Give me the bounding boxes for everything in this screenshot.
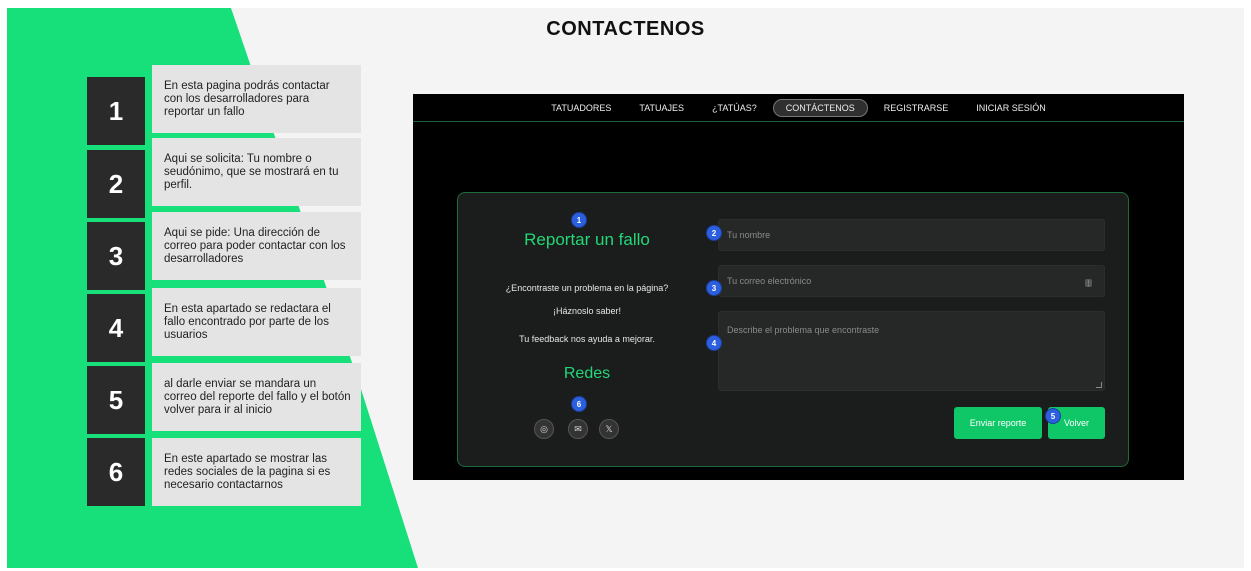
badge-5: 5: [1046, 409, 1060, 423]
nav-tatuadores[interactable]: TATUADORES: [539, 100, 623, 116]
step-accent-bar: [152, 133, 270, 137]
step-accent-bar: [152, 281, 322, 285]
badge-2: 2: [707, 226, 721, 240]
x-icon[interactable]: 𝕏: [599, 419, 619, 439]
step-description-2: Aqui se solicita: Tu nombre o seudónimo,…: [152, 138, 361, 206]
problem-question: ¿Encontraste un problema en la página?: [505, 283, 669, 293]
step-number-3: 3: [87, 222, 145, 290]
autofill-icon: ⋮: [1085, 279, 1092, 287]
resize-handle[interactable]: [1096, 382, 1102, 388]
instagram-icon[interactable]: ◎: [534, 419, 554, 439]
step-description-5: al darle enviar se mandara un correo del…: [152, 363, 361, 431]
step-accent-bar: [152, 356, 347, 360]
nav-tatuajes[interactable]: TATUAJES: [627, 100, 696, 116]
nav-tatuas[interactable]: ¿TATÚAS?: [700, 100, 769, 116]
send-report-button[interactable]: Enviar reporte: [954, 407, 1042, 439]
report-form-card: Reportar un fallo ¿Encontraste un proble…: [457, 192, 1129, 467]
nav-registrarse[interactable]: REGISTRARSE: [872, 100, 961, 116]
app-screenshot: TATUADORES TATUAJES ¿TATÚAS? CONTÁCTENOS…: [413, 94, 1184, 480]
call-to-action: ¡Háznoslo saber!: [552, 306, 622, 316]
top-nav: TATUADORES TATUAJES ¿TATÚAS? CONTÁCTENOS…: [413, 94, 1184, 122]
email-input[interactable]: Tu correo electrónico ⋮: [718, 265, 1105, 297]
badge-4: 4: [707, 336, 721, 350]
step-number-2: 2: [87, 150, 145, 218]
badge-1: 1: [572, 213, 586, 227]
step-description-6: En este apartado se mostrar las redes so…: [152, 438, 361, 506]
email-placeholder: Tu correo electrónico: [727, 276, 812, 286]
step-number-5: 5: [87, 366, 145, 434]
tutorial-slide: CONTACTENOS 1 En esta pagina podrás cont…: [7, 8, 1244, 568]
form-heading: Reportar un fallo: [524, 230, 650, 249]
step-number-4: 4: [87, 294, 145, 362]
step-accent-bar: [152, 207, 298, 211]
badge-3: 3: [707, 281, 721, 295]
step-number-6: 6: [87, 438, 145, 506]
page-title: CONTACTENOS: [546, 18, 705, 40]
redes-heading: Redes: [563, 365, 611, 382]
badge-6: 6: [572, 397, 586, 411]
mail-icon[interactable]: ✉: [568, 419, 588, 439]
feedback-text: Tu feedback nos ayuda a mejorar.: [519, 334, 655, 344]
step-description-1: En esta pagina podrás contactar con los …: [152, 65, 361, 133]
nav-contactenos[interactable]: CONTÁCTENOS: [772, 98, 868, 117]
description-textarea[interactable]: Describe el problema que encontraste: [718, 311, 1105, 391]
name-input[interactable]: Tu nombre: [718, 219, 1105, 251]
step-number-1: 1: [87, 77, 145, 145]
step-description-4: En esta apartado se redactara el fallo e…: [152, 288, 361, 356]
nav-iniciar-sesion[interactable]: INICIAR SESIÓN: [964, 100, 1058, 116]
description-placeholder: Describe el problema que encontraste: [727, 325, 880, 335]
step-description-3: Aqui se pide: Una dirección de correo pa…: [152, 212, 361, 280]
